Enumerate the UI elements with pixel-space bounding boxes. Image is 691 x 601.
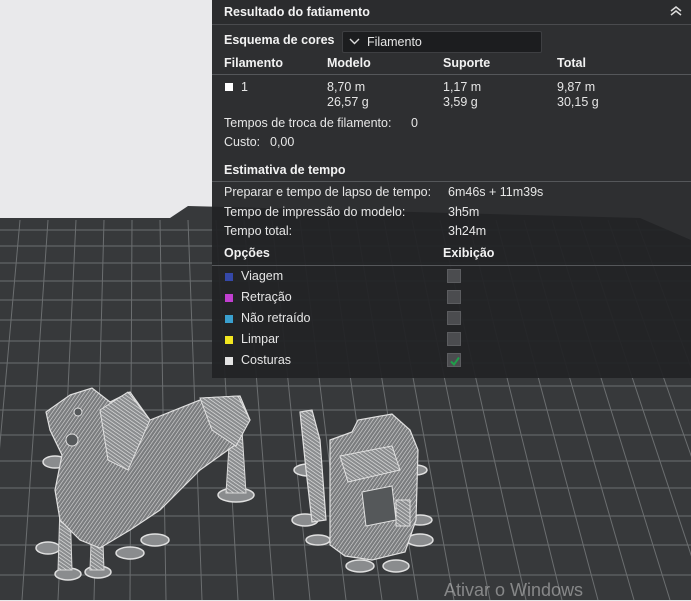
model-weight: 26,57 g bbox=[327, 95, 369, 109]
cost-value: 0,00 bbox=[270, 135, 295, 149]
time-prepare-label: Preparar e tempo de lapso de tempo: bbox=[224, 185, 432, 199]
option-label: Limpar bbox=[241, 332, 280, 346]
time-model-label: Tempo de impressão do modelo: bbox=[224, 205, 406, 219]
model-length: 8,70 m bbox=[327, 80, 366, 94]
color-scheme-value: Filamento bbox=[367, 35, 422, 49]
option-label: Viagem bbox=[241, 269, 284, 283]
option-label: Retração bbox=[241, 290, 292, 304]
time-total-value: 3h24m bbox=[448, 224, 487, 238]
deretraction-display-checkbox[interactable] bbox=[447, 311, 461, 325]
filament-id: 1 bbox=[241, 80, 248, 94]
checkmark-icon bbox=[450, 356, 460, 367]
time-total-label: Tempo total: bbox=[224, 224, 293, 238]
header-model: Modelo bbox=[327, 56, 371, 70]
retraction-color-swatch bbox=[225, 294, 233, 302]
travel-color-swatch bbox=[225, 273, 233, 281]
panel-title: Resultado do fatiamento bbox=[224, 5, 370, 19]
time-prepare-value: 6m46s + 11m39s bbox=[448, 185, 544, 199]
time-model-value: 3h5m bbox=[448, 205, 480, 219]
header-support: Suporte bbox=[443, 56, 491, 70]
retraction-display-checkbox[interactable] bbox=[447, 290, 461, 304]
support-weight: 3,59 g bbox=[443, 95, 478, 109]
cost-label: Custo: bbox=[224, 135, 261, 149]
options-header: Opções bbox=[224, 246, 270, 260]
wipe-color-swatch bbox=[225, 336, 233, 344]
filament-change-label: Tempos de troca de filamento: bbox=[224, 116, 392, 130]
travel-display-checkbox[interactable] bbox=[447, 269, 461, 283]
windows-activation-watermark: Ativar o Windows bbox=[444, 580, 584, 600]
divider bbox=[212, 74, 691, 75]
option-label: Costuras bbox=[241, 353, 292, 367]
deretraction-color-swatch bbox=[225, 315, 233, 323]
filament-change-value: 0 bbox=[411, 116, 418, 130]
total-weight: 30,15 g bbox=[557, 95, 599, 109]
header-filament: Filamento bbox=[224, 56, 284, 70]
collapse-icon[interactable] bbox=[669, 4, 683, 18]
header-total: Total bbox=[557, 56, 586, 70]
seams-color-swatch bbox=[225, 357, 233, 365]
wipe-display-checkbox[interactable] bbox=[447, 332, 461, 346]
display-header: Exibição bbox=[443, 246, 495, 260]
slice-result-panel: Resultado do fatiamento Esquema de cores… bbox=[212, 0, 691, 378]
seams-display-checkbox[interactable] bbox=[447, 353, 461, 367]
support-length: 1,17 m bbox=[443, 80, 482, 94]
color-scheme-select[interactable]: Filamento bbox=[342, 31, 542, 53]
chevron-down-icon bbox=[349, 38, 360, 45]
color-scheme-label: Esquema de cores bbox=[224, 33, 335, 47]
panel-title-bar: Resultado do fatiamento bbox=[212, 0, 691, 25]
divider bbox=[212, 265, 691, 266]
total-length: 9,87 m bbox=[557, 80, 596, 94]
time-section-title: Estimativa de tempo bbox=[224, 163, 346, 177]
filament-color-swatch bbox=[225, 83, 233, 91]
option-label: Não retraído bbox=[241, 311, 311, 325]
divider bbox=[212, 181, 691, 182]
